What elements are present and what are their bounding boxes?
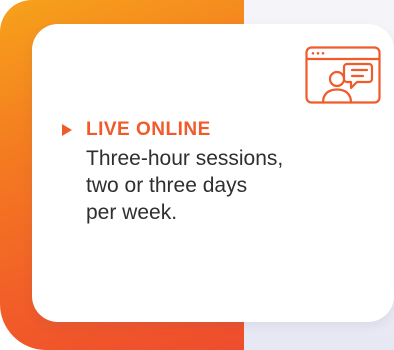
description-line: per week. <box>86 201 178 224</box>
play-triangle-icon <box>62 124 72 136</box>
video-chat-icon <box>305 46 381 106</box>
card-description: Three-hour sessions, two or three days p… <box>86 145 346 226</box>
description-line: two or three days <box>86 174 248 197</box>
heading-row: LIVE ONLINE <box>62 118 211 142</box>
description-line: Three-hour sessions, <box>86 147 284 170</box>
card-heading: LIVE ONLINE <box>86 119 211 140</box>
